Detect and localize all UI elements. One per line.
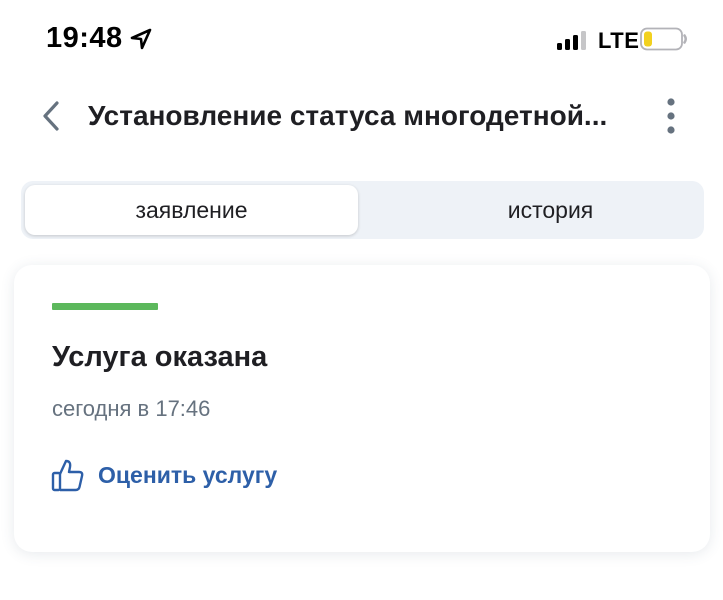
screen: 19:48 LTE Установление статуса многодетн…: [0, 0, 723, 600]
status-bar: 19:48 LTE: [0, 0, 723, 80]
chevron-left-icon[interactable]: [36, 98, 70, 134]
tab-switcher: заявление история: [21, 181, 704, 239]
status-card: Услуга оказана сегодня в 17:46 Оценить у…: [14, 265, 710, 552]
rate-service-label: Оценить услугу: [98, 461, 278, 488]
thumbs-up-icon: [51, 459, 84, 492]
status-title: Услуга оказана: [52, 341, 268, 373]
page-title: Установление статуса многодетной...: [88, 100, 608, 131]
signal-icon: [557, 31, 586, 50]
network-type: LTE: [598, 28, 640, 53]
more-vertical-icon[interactable]: [655, 94, 687, 138]
status-timestamp: сегодня в 17:46: [52, 396, 211, 421]
status-time: 19:48: [46, 22, 123, 54]
status-progress-bar: [52, 303, 158, 310]
battery-icon: [640, 27, 687, 51]
rate-service-button[interactable]: Оценить услугу: [50, 455, 277, 495]
location-arrow-icon: [130, 28, 152, 50]
tab-application[interactable]: заявление: [25, 185, 358, 235]
tab-history[interactable]: история: [384, 185, 717, 235]
nav-header: Установление статуса многодетной...: [0, 80, 723, 160]
